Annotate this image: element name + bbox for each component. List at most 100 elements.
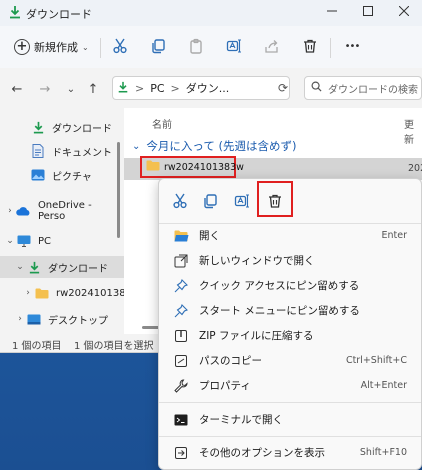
menu-item-zip[interactable]: ZIP ファイルに圧縮する — [159, 323, 421, 348]
delete-icon[interactable] — [264, 190, 286, 212]
menu-item-more-options[interactable]: その他のオプションを表示 Shift+F10 — [159, 440, 421, 465]
delete-icon[interactable] — [300, 36, 320, 56]
menu-divider — [159, 402, 421, 403]
search-placeholder: ダウンロードの検索 — [328, 84, 418, 96]
nav-item-label: PC — [38, 235, 52, 247]
file-name: rw2024101383w — [164, 161, 244, 173]
rename-icon[interactable] — [224, 36, 244, 56]
chevron-down-icon: ⌄ — [82, 42, 89, 52]
context-quick-actions — [159, 179, 421, 223]
menu-item-label: パスのコピー — [199, 355, 262, 367]
menu-item-pin-start[interactable]: スタート メニューにピン留めする — [159, 298, 421, 323]
nav-item-label: デスクトップ — [48, 315, 108, 327]
download-icon — [30, 119, 46, 135]
nav-item-label: OneDrive - Perso — [37, 200, 92, 222]
menu-divider — [159, 436, 421, 437]
toolbar-divider — [100, 38, 101, 58]
group-label: 今月に入って (先週は含めず) — [146, 139, 297, 153]
group-header[interactable]: ⌄ 今月に入って (先週は含めず) — [132, 138, 296, 154]
share-icon[interactable] — [262, 36, 282, 56]
paste-icon[interactable] — [186, 36, 206, 56]
window-title: ダウンロード — [26, 8, 92, 21]
cloud-icon — [16, 203, 32, 219]
menu-item-label: その他のオプションを表示 — [199, 447, 325, 459]
menu-item-pin-quick-access[interactable]: クイック アクセスにピン留めする — [159, 273, 421, 298]
terminal-icon — [173, 412, 189, 428]
nav-item-downloads-pc[interactable]: ⌄ ダウンロード — [0, 256, 132, 278]
nav-item-label: rw2024101383 — [56, 287, 132, 299]
menu-item-label: クイック アクセスにピン留めする — [199, 280, 360, 292]
menu-item-shortcut: Ctrl+Shift+C — [345, 355, 407, 366]
refresh-icon[interactable]: ⟳ — [278, 81, 288, 95]
menu-item-new-window[interactable]: 新しいウィンドウで開く — [159, 248, 421, 273]
menu-item-shortcut: Shift+F10 — [359, 447, 407, 458]
column-header-name[interactable]: 名前 — [152, 116, 172, 131]
address-bar[interactable]: > PC > ダウン... — [112, 76, 290, 100]
status-selected: 1 個の項目を選択 — [74, 341, 154, 352]
chevron-down-icon: ⌄ — [16, 262, 24, 272]
context-menu: 開く Enter 新しいウィンドウで開く クイック アクセスにピン留めする スタ… — [158, 178, 422, 470]
rename-icon[interactable] — [231, 190, 253, 212]
close-button[interactable] — [386, 0, 422, 26]
plus-icon: + — [14, 39, 30, 55]
document-icon — [30, 143, 46, 159]
nav-item-folder[interactable]: › rw2024101383 — [0, 282, 140, 304]
maximize-button[interactable] — [350, 0, 386, 26]
pc-icon — [16, 233, 32, 249]
breadcrumb-separator: > — [170, 81, 180, 95]
address-row: ← → ⌄ ↑ > PC > ダウン... ⟳ ダウンロードの検索 — [0, 68, 422, 108]
search-box[interactable]: ダウンロードの検索 — [304, 76, 422, 100]
nav-scrollbar[interactable] — [117, 142, 120, 238]
menu-item-properties[interactable]: プロパティ Alt+Enter — [159, 373, 421, 398]
download-icon — [8, 5, 22, 19]
toolbar-divider — [330, 38, 331, 58]
menu-item-shortcut: Enter — [381, 230, 408, 241]
breadcrumb-separator: > — [135, 81, 145, 95]
nav-item-label: ダウンロード — [52, 123, 112, 135]
up-arrow-icon[interactable]: ↑ — [84, 80, 102, 98]
back-arrow-icon[interactable]: ← — [8, 80, 26, 98]
menu-item-label: ZIP ファイルに圧縮する — [199, 330, 314, 342]
picture-icon — [30, 167, 46, 183]
pin-icon — [173, 278, 189, 294]
copy-path-icon — [173, 353, 189, 369]
new-window-icon — [173, 253, 189, 269]
nav-item-onedrive[interactable]: › OneDrive - Perso — [0, 200, 122, 222]
more-options-icon — [173, 445, 189, 461]
menu-item-label: 開く — [199, 230, 220, 242]
zip-icon — [173, 328, 189, 344]
menu-item-open[interactable]: 開く Enter — [159, 223, 421, 248]
cut-icon[interactable] — [110, 36, 130, 56]
menu-item-label: 新しいウィンドウで開く — [199, 255, 315, 267]
pin-icon — [173, 303, 189, 319]
new-button[interactable]: + 新規作成 ⌄ — [14, 36, 89, 58]
forward-arrow-icon[interactable]: → — [36, 80, 54, 98]
menu-item-label: プロパティ — [199, 380, 251, 392]
search-icon — [311, 81, 322, 95]
chevron-right-icon: › — [8, 206, 12, 216]
copy-icon[interactable] — [199, 190, 221, 212]
recent-chevron-icon[interactable]: ⌄ — [62, 80, 80, 98]
file-name-highlight[interactable]: rw2024101383w — [140, 156, 244, 178]
column-header-date[interactable]: 更新 — [404, 116, 422, 146]
menu-item-terminal[interactable]: ターミナルで開く — [159, 407, 421, 432]
minimize-button[interactable] — [314, 0, 350, 26]
file-date: 202 — [408, 163, 422, 174]
copy-icon[interactable] — [148, 36, 168, 56]
nav-item-desktop[interactable]: › デスクトップ — [0, 308, 132, 330]
folder-icon — [146, 160, 160, 174]
title-bar: ダウンロード — [0, 0, 422, 26]
nav-item-pc[interactable]: ⌄ PC — [0, 230, 122, 252]
breadcrumb-downloads[interactable]: ダウン... — [186, 80, 230, 96]
new-button-label: 新規作成 — [34, 41, 78, 54]
status-item-count: 1 個の項目 — [12, 341, 62, 352]
chevron-down-icon: ⌄ — [132, 140, 141, 152]
more-icon[interactable]: ••• — [342, 36, 362, 56]
cut-icon[interactable] — [169, 190, 191, 212]
breadcrumb-pc[interactable]: PC — [150, 82, 164, 95]
download-icon — [26, 259, 42, 275]
folder-icon — [34, 285, 50, 301]
menu-item-copy-path[interactable]: パスのコピー Ctrl+Shift+C — [159, 348, 421, 373]
wrench-icon — [173, 378, 189, 394]
nav-item-label: ドキュメント — [52, 147, 112, 159]
